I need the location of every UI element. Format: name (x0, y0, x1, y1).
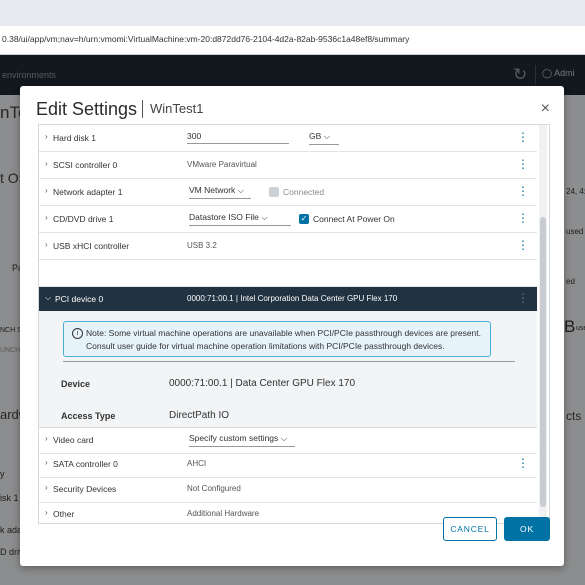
chevron-right-icon[interactable]: › (45, 240, 48, 249)
note-line-2: Consult user guide for virtual machine o… (86, 341, 445, 351)
passthrough-note: i Note: Some virtual machine operations … (63, 321, 491, 357)
disk-unit-select[interactable]: GB ⌵ (309, 131, 339, 145)
chevron-right-icon[interactable]: › (45, 483, 48, 492)
chevron-right-icon[interactable]: › (45, 458, 48, 467)
connected-checkbox[interactable] (269, 187, 279, 197)
row-sata[interactable]: › SATA controller 0 AHCI ⋮ (39, 451, 537, 478)
row-cd-dvd[interactable]: › CD/DVD drive 1 Datastore ISO File ⌵ ✓ … (39, 206, 537, 233)
sata-value: AHCI (187, 459, 207, 468)
connect-power-checkbox[interactable]: ✓ (299, 214, 309, 224)
chevron-right-icon[interactable]: › (45, 508, 48, 517)
access-type-value: DirectPath IO (169, 410, 230, 421)
chevron-down-icon[interactable]: ⌵ (45, 293, 51, 303)
security-label: Security Devices (53, 484, 117, 494)
disk-size-input[interactable]: 300 (187, 131, 289, 144)
scrollbar-thumb[interactable] (540, 217, 546, 507)
url-text[interactable]: 0.38/ui/app/vm;nav=h/urn:vmomi:VirtualMa… (2, 34, 409, 44)
info-icon: i (72, 328, 83, 339)
ok-button[interactable]: OK (504, 517, 550, 541)
dialog-title: Edit Settings (36, 99, 138, 119)
device-key: Device (61, 379, 91, 389)
vm-name: WinTest1 (150, 101, 204, 116)
kebab-icon[interactable]: ⋮ (517, 130, 529, 144)
other-value: Additional Hardware (187, 509, 260, 518)
network-label: Network adapter 1 (53, 187, 123, 197)
row-scsi[interactable]: › SCSI controller 0 VMware Paravirtual ⋮ (39, 152, 537, 179)
list-scrollbar[interactable] (539, 125, 547, 523)
kebab-icon[interactable]: ⋮ (517, 291, 529, 305)
chevron-right-icon[interactable]: › (45, 213, 48, 222)
pci-divider (63, 361, 515, 362)
scsi-label: SCSI controller 0 (53, 160, 118, 170)
note-line-1: Note: Some virtual machine operations ar… (86, 328, 481, 338)
pci-label: PCI device 0 (55, 294, 104, 304)
connect-power-label: Connect At Power On (313, 214, 395, 224)
row-security[interactable]: › Security Devices Not Configured (39, 476, 537, 503)
connected-label: Connected (283, 187, 325, 197)
browser-tabbar (0, 0, 585, 27)
chevron-right-icon[interactable]: › (45, 434, 48, 443)
row-placeholder-spacer (39, 260, 537, 287)
video-select[interactable]: Specify custom settings ⌵ (189, 433, 295, 447)
scsi-value: VMware Paravirtual (187, 160, 257, 169)
edit-settings-dialog: Edit Settings WinTest1 × › Hard disk 1 3… (20, 86, 564, 566)
kebab-icon[interactable]: ⋮ (517, 157, 529, 171)
cancel-button[interactable]: CANCEL (443, 517, 497, 541)
chevron-right-icon[interactable]: › (45, 132, 48, 141)
other-label: Other (53, 509, 75, 519)
kebab-icon[interactable]: ⋮ (517, 184, 529, 198)
address-bar[interactable]: 0.38/ui/app/vm;nav=h/urn:vmomi:VirtualMa… (0, 26, 585, 55)
row-network[interactable]: › Network adapter 1 VM Network ⌵ Connect… (39, 179, 537, 206)
cd-dvd-label: CD/DVD drive 1 (53, 214, 114, 224)
pci-summary: 0000:71:00.1 | Intel Corporation Data Ce… (187, 294, 398, 303)
close-icon[interactable]: × (541, 100, 550, 118)
device-value: 0000:71:00.1 | Data Center GPU Flex 170 (169, 378, 356, 389)
kebab-icon[interactable]: ⋮ (517, 238, 529, 252)
row-video-card[interactable]: › Video card Specify custom settings ⌵ (39, 427, 537, 454)
media-select[interactable]: Datastore ISO File ⌵ (189, 212, 291, 226)
row-hard-disk[interactable]: › Hard disk 1 300 GB ⌵ ⋮ (39, 125, 537, 152)
network-select[interactable]: VM Network ⌵ (189, 185, 251, 199)
video-label: Video card (53, 435, 94, 445)
pci-details: i Note: Some virtual machine operations … (39, 311, 537, 428)
chevron-right-icon[interactable]: › (45, 186, 48, 195)
security-value: Not Configured (187, 484, 241, 493)
usb-label: USB xHCI controller (53, 241, 130, 251)
kebab-icon[interactable]: ⋮ (517, 456, 529, 470)
kebab-icon[interactable]: ⋮ (517, 211, 529, 225)
row-pci-device[interactable]: ⌵ PCI device 0 0000:71:00.1 | Intel Corp… (39, 287, 537, 311)
chevron-right-icon[interactable]: › (45, 159, 48, 168)
usb-value: USB 3.2 (187, 241, 217, 250)
row-usb[interactable]: › USB xHCI controller USB 3.2 ⋮ (39, 233, 537, 260)
sata-label: SATA controller 0 (53, 459, 118, 469)
hard-disk-label: Hard disk 1 (53, 133, 96, 143)
access-type-key: Access Type (61, 411, 116, 421)
title-divider (142, 100, 143, 118)
virtual-hardware-list: › Hard disk 1 300 GB ⌵ ⋮ › SCSI controll… (38, 124, 550, 524)
